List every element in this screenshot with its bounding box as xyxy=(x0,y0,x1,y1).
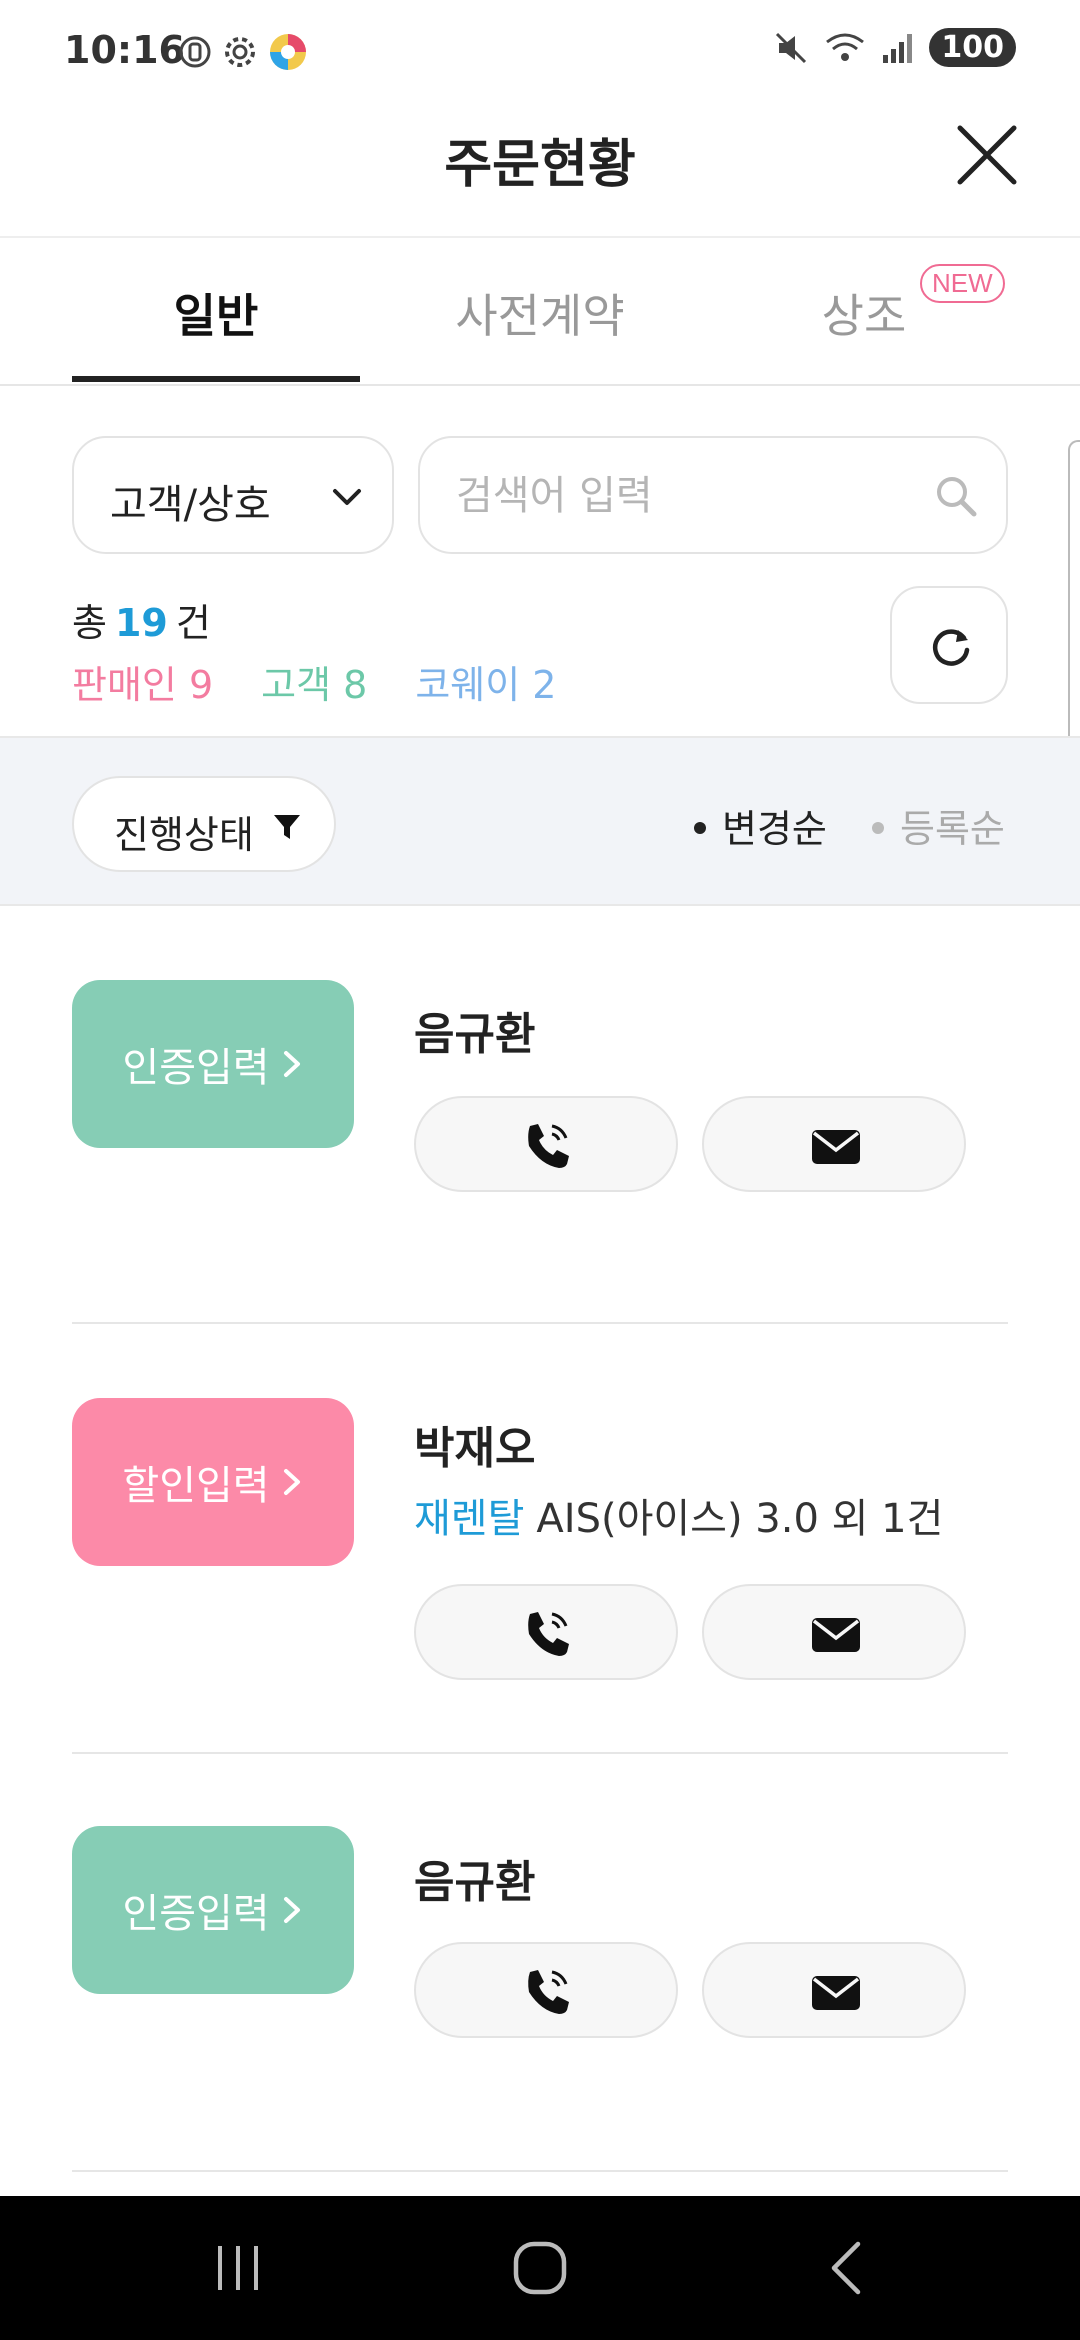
search-type-select[interactable]: 고객/상호 xyxy=(72,436,394,554)
search-box xyxy=(418,436,1008,554)
active-tab-indicator xyxy=(72,376,360,382)
mail-icon xyxy=(812,1130,860,1164)
order-item: 할인입력 박재오 재렌탈 AIS(아이스) 3.0 외 1건 xyxy=(72,1324,1008,1754)
filter-icon xyxy=(274,815,300,839)
wifi-icon xyxy=(826,33,865,61)
mail-icon xyxy=(812,1618,860,1652)
back-icon[interactable] xyxy=(826,2240,866,2296)
system-nav-bar xyxy=(0,2196,1080,2340)
order-item: 인증입력 음규환 xyxy=(72,1754,1008,2172)
close-icon[interactable] xyxy=(952,120,1022,190)
tab-general[interactable]: 일반 xyxy=(72,280,360,346)
call-button[interactable] xyxy=(414,1942,678,2038)
product-tag: 재렌탈 xyxy=(414,1496,525,1542)
call-button[interactable] xyxy=(414,1584,678,1680)
total-count-number: 19 xyxy=(114,601,168,645)
message-button[interactable] xyxy=(702,1584,966,1680)
total-count: 총 19 건 xyxy=(72,601,211,645)
side-drawer-handle[interactable] xyxy=(1068,440,1080,776)
page-title: 주문현황 xyxy=(444,135,636,195)
sort-by-registered[interactable]: 등록순 xyxy=(872,798,1005,853)
phone-icon xyxy=(528,1124,569,1168)
count-breakdown: 판매인 9 고객 8 코웨이 2 xyxy=(72,654,556,709)
product-info: 재렌탈 AIS(아이스) 3.0 외 1건 xyxy=(414,1486,943,1544)
seller-count: 판매인 9 xyxy=(72,663,214,707)
customer-name: 음규환 xyxy=(414,1857,536,1908)
app-logo-icon xyxy=(270,34,306,70)
search-type-value: 고객/상호 xyxy=(110,482,271,528)
verification-input-button[interactable]: 인증입력 xyxy=(72,1826,354,1994)
customer-name: 음규환 xyxy=(414,1009,536,1060)
phone-icon xyxy=(528,1612,569,1656)
refresh-button[interactable] xyxy=(890,586,1008,704)
status-filter-label: 진행상태 xyxy=(114,813,254,857)
refresh-icon xyxy=(932,629,970,666)
mail-icon xyxy=(812,1976,860,2010)
gear-icon xyxy=(225,37,255,67)
customer-count: 고객 8 xyxy=(261,663,368,707)
customer-name: 박재오 xyxy=(414,1423,536,1474)
order-item: 인증입력 음규환 xyxy=(72,906,1008,1324)
recent-apps-icon[interactable] xyxy=(212,2240,264,2296)
coway-count: 코웨이 2 xyxy=(415,663,557,707)
product-name: AIS(아이스) 3.0 외 1건 xyxy=(536,1496,944,1542)
header: 주문현황 xyxy=(0,100,1080,238)
status-bar: 10:16 100 xyxy=(0,0,1080,100)
do-not-disturb-icon xyxy=(179,36,211,68)
filter-bar: 진행상태 변경순 등록순 xyxy=(0,736,1080,906)
mute-icon xyxy=(776,32,807,63)
signal-icon xyxy=(883,33,913,63)
discount-input-button[interactable]: 할인입력 xyxy=(72,1398,354,1566)
chevron-down-icon xyxy=(333,489,361,505)
chevron-right-icon xyxy=(283,1051,300,1077)
tab-bar: 일반 사전계약 상조 NEW xyxy=(0,240,1080,386)
message-button[interactable] xyxy=(702,1942,966,2038)
phone-icon xyxy=(528,1970,569,2014)
verification-input-button[interactable]: 인증입력 xyxy=(72,980,354,1148)
tab-pre-contract[interactable]: 사전계약 xyxy=(396,280,684,346)
battery-indicator: 100 xyxy=(929,28,1016,67)
status-filter-button[interactable]: 진행상태 xyxy=(72,776,336,872)
sort-by-changed[interactable]: 변경순 xyxy=(694,798,827,853)
chevron-right-icon xyxy=(283,1897,300,1923)
new-badge: NEW xyxy=(920,264,1005,303)
message-button[interactable] xyxy=(702,1096,966,1192)
home-icon[interactable] xyxy=(512,2240,568,2296)
chevron-right-icon xyxy=(283,1469,300,1495)
status-time: 10:16 xyxy=(64,28,185,72)
call-button[interactable] xyxy=(414,1096,678,1192)
search-icon[interactable] xyxy=(932,472,980,520)
search-input[interactable] xyxy=(456,468,896,524)
